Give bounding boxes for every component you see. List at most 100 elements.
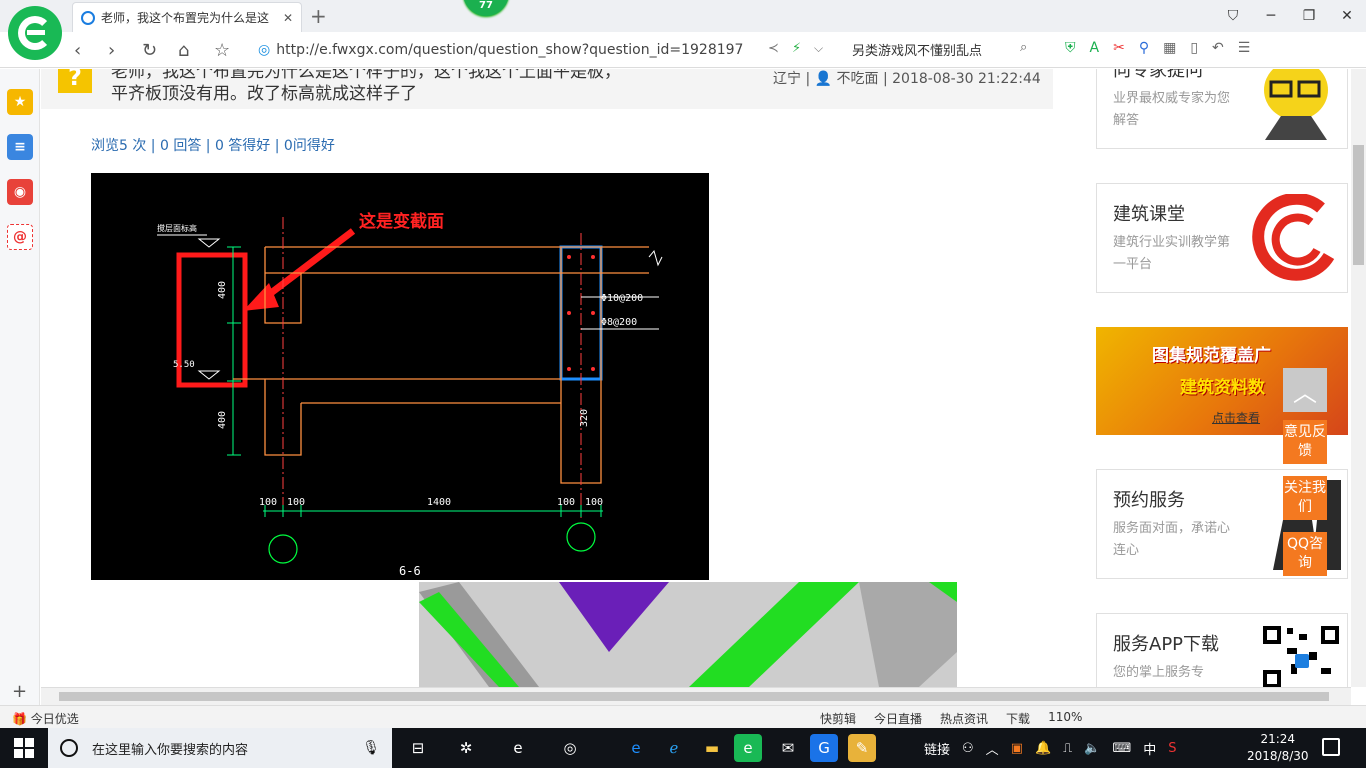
status-item-live[interactable]: 今日直播: [874, 710, 922, 727]
share-icon[interactable]: ≺: [768, 41, 779, 56]
notification-badge[interactable]: 77: [463, 0, 509, 16]
edge-icon[interactable]: e: [504, 734, 532, 762]
action-center-icon[interactable]: [1322, 738, 1340, 756]
expert-mascot-icon: [1264, 69, 1328, 140]
browser-logo-icon[interactable]: [8, 6, 62, 60]
email-icon[interactable]: @: [7, 224, 33, 250]
question-stats[interactable]: 浏览5 次 | 0 回答 | 0 答得好 | 0问得好: [91, 135, 335, 155]
back-icon[interactable]: ‹: [74, 40, 81, 61]
browser-window: 老师，我这个布置完为什么是这 ✕ + 77 ⛉ ─ ❐ ✕ ‹ › ↻ ⌂ ☆ …: [0, 0, 1366, 768]
question-header: ? 老师，我这个布置完为什么是这个样子的，这个我这个上面平是板， 平齐板顶没有用…: [41, 69, 1053, 109]
chevron-down-icon[interactable]: ⌵: [814, 41, 823, 56]
status-item-news[interactable]: 热点资讯: [940, 710, 988, 727]
ie-icon[interactable]: ℯ: [660, 734, 688, 762]
sogou-icon[interactable]: S: [1168, 741, 1176, 756]
menu-icon[interactable]: ☰: [1238, 40, 1251, 56]
taskbar-search-box[interactable]: 在这里输入你要搜索的内容 🎙: [48, 728, 392, 768]
restore-button[interactable]: ❐: [1290, 0, 1328, 32]
cortana-icon: [60, 739, 78, 757]
fan-app-icon[interactable]: ✲: [452, 734, 480, 762]
mail-icon[interactable]: ✉: [774, 734, 802, 762]
search-icon[interactable]: ⌕: [1020, 40, 1027, 55]
horizontal-scrollbar[interactable]: [41, 687, 1351, 705]
shield-icon[interactable]: ⛨: [1065, 40, 1076, 56]
cad-drawing: 这是变截面 搅层面标高 400 400 5.50 Φ10@200 Φ8@200 …: [157, 211, 663, 578]
g-app-icon[interactable]: G: [810, 734, 838, 762]
address-bar[interactable]: ◎ http://e.fwxgx.com/question/question_s…: [258, 37, 838, 63]
active-tab[interactable]: 老师，我这个布置完为什么是这 ✕: [72, 2, 302, 32]
add-sidebar-icon[interactable]: +: [12, 681, 27, 702]
undo-icon[interactable]: ↶: [1212, 40, 1224, 56]
speed-icon[interactable]: ⚡: [792, 41, 801, 56]
window-controls: ⛉ ─ ❐ ✕: [1214, 0, 1366, 32]
folder-icon[interactable]: ▬: [698, 734, 726, 762]
app-tray-icon[interactable]: ▣: [1011, 741, 1023, 756]
vertical-scrollbar[interactable]: [1351, 69, 1366, 687]
taskbar-clock[interactable]: 21:24 2018/8/30: [1247, 731, 1309, 765]
status-item-download[interactable]: 下载: [1006, 710, 1030, 727]
clock-date: 2018/8/30: [1247, 749, 1309, 763]
microphone-icon[interactable]: 🎙: [362, 740, 380, 756]
chevron-up-icon[interactable]: ︿: [986, 739, 999, 758]
forward-icon[interactable]: ›: [108, 40, 115, 61]
shirt-skin-icon[interactable]: ⛉: [1214, 0, 1252, 32]
scissors-icon[interactable]: ✂: [1113, 40, 1125, 56]
new-tab-button[interactable]: +: [310, 4, 327, 28]
scroll-thumb[interactable]: [59, 692, 1329, 701]
address-toolbar: ‹ › ↻ ⌂ ☆ ◎ http://e.fwxgx.com/question/…: [0, 32, 1366, 68]
magnifier-icon[interactable]: ⚲: [1139, 40, 1149, 56]
url-text[interactable]: http://e.fwxgx.com/question/question_sho…: [276, 42, 743, 58]
windows-start-icon[interactable]: [14, 738, 34, 758]
dim-400-bottom: 400: [217, 411, 228, 429]
username[interactable]: 不吃面: [837, 71, 879, 87]
bell-icon[interactable]: 🔔: [1035, 741, 1051, 756]
task-view-icon[interactable]: ⊟: [404, 734, 432, 762]
daily-picks[interactable]: 🎁 今日优选: [12, 710, 79, 727]
banner-link[interactable]: 点击查看: [1212, 409, 1260, 426]
tab-close-icon[interactable]: ✕: [283, 11, 293, 25]
people-icon[interactable]: ⚇: [962, 741, 974, 756]
tray-link-label[interactable]: 链接: [924, 739, 950, 758]
model-screenshot-image[interactable]: [419, 582, 957, 687]
edge-blue-icon[interactable]: e: [622, 734, 650, 762]
favorite-star-icon[interactable]: ☆: [214, 40, 230, 61]
phone-icon[interactable]: ▯: [1190, 40, 1198, 56]
favorites-star-icon[interactable]: ★: [7, 89, 33, 115]
ask-expert-card[interactable]: 向专家提问 业界最权威专家为您解答: [1096, 69, 1348, 149]
close-window-button[interactable]: ✕: [1328, 0, 1366, 32]
app-icon[interactable]: ◎: [556, 734, 584, 762]
keyboard-icon[interactable]: ⌨: [1112, 741, 1131, 756]
building-class-card[interactable]: 建筑课堂 建筑行业实训教学第一平台: [1096, 183, 1348, 293]
qq-consult-button[interactable]: QQ咨询: [1283, 532, 1327, 576]
feedback-button[interactable]: 意见反馈: [1283, 420, 1327, 464]
cad-drawing-image[interactable]: 这是变截面 搅层面标高 400 400 5.50 Φ10@200 Φ8@200 …: [91, 173, 709, 580]
network-icon[interactable]: ⎍: [1063, 741, 1072, 756]
back-to-top-button[interactable]: ︿: [1283, 368, 1327, 412]
volume-muted-icon[interactable]: 🔈: [1084, 741, 1100, 756]
zoom-level[interactable]: 110%: [1048, 710, 1082, 727]
translate-icon[interactable]: A: [1090, 40, 1100, 56]
structure-outline: [233, 246, 649, 484]
scroll-thumb[interactable]: [1353, 145, 1364, 265]
site-info-icon[interactable]: ◎: [258, 42, 270, 58]
status-item-quickclip[interactable]: 快剪辑: [820, 710, 856, 727]
refresh-icon[interactable]: ↻: [142, 40, 157, 61]
weibo-icon[interactable]: ◉: [7, 179, 33, 205]
home-icon[interactable]: ⌂: [178, 40, 189, 61]
ime-indicator[interactable]: 中: [1143, 739, 1156, 758]
left-sidebar: ★ ≡ ◉ @ +: [0, 69, 40, 705]
extension-icons: ⛨ A ✂ ⚲ ▦ ▯ ↶ ☰: [1065, 40, 1250, 56]
class-logo-icon: [1252, 194, 1335, 281]
app-download-card[interactable]: 服务APP下载 您的掌上服务专: [1096, 613, 1348, 687]
reading-list-icon[interactable]: ≡: [7, 134, 33, 160]
web-page: ? 老师，我这个布置完为什么是这个样子的，这个我这个上面平是板， 平齐板顶没有用…: [41, 69, 1351, 687]
notes-icon[interactable]: ✎: [848, 734, 876, 762]
follow-us-button[interactable]: 关注我们: [1283, 476, 1327, 520]
hot-search-text[interactable]: 另类游戏风不懂别乱点: [852, 40, 982, 59]
apps-grid-icon[interactable]: ▦: [1163, 40, 1176, 56]
post-datetime: 2018-08-30 21:22:44: [892, 71, 1041, 87]
level-value: 5.50: [173, 360, 195, 370]
minimize-button[interactable]: ─: [1252, 0, 1290, 32]
browser-taskbar-icon[interactable]: e: [734, 734, 762, 762]
gift-icon: 🎁: [12, 712, 27, 726]
